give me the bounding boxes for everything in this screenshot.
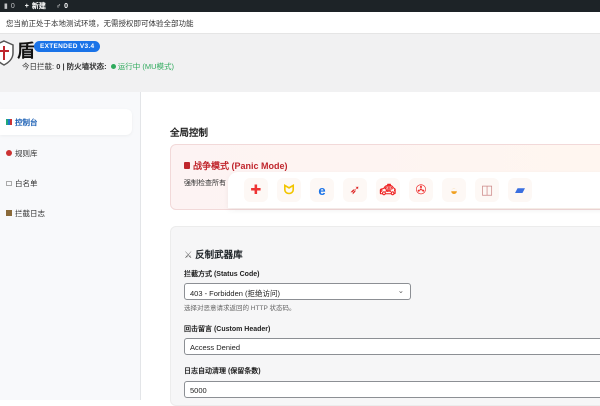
shield-logo-icon: [0, 40, 14, 66]
app-icon-3[interactable]: e: [310, 178, 334, 202]
notice-bar: 您当前正处于本地测试环境，无需授权即可体验全部功能: [0, 12, 600, 34]
custom-header-label: 回击留言 (Custom Header): [184, 326, 271, 333]
app-icon-5[interactable]: 🚕︎: [376, 178, 400, 202]
log-retention-label: 日志自动清理 (保留条数): [184, 368, 261, 375]
status-dot-icon: [110, 64, 116, 69]
panic-title: 战争模式 (Panic Mode): [184, 159, 288, 172]
app-icon-1[interactable]: ✚: [244, 178, 268, 202]
swords-icon: ⚔: [184, 250, 193, 261]
app-icon-8[interactable]: ◫: [475, 178, 499, 202]
chevron-down-icon: ⌄: [397, 286, 404, 295]
alarm-icon: [184, 162, 190, 169]
status-code-help: 选择对恶意请求返回的 HTTP 状态码。: [184, 305, 296, 312]
sidebar-item-dashboard[interactable]: 控制台: [0, 109, 132, 135]
admin-bar: ▮ 0 + 新建 ♂ 0: [0, 0, 600, 12]
new-link[interactable]: + 新建: [25, 1, 46, 11]
app-icon-6[interactable]: ✇: [409, 178, 433, 202]
scroll-icon: [6, 210, 12, 216]
arsenal-title: ⚔ 反制武器库: [184, 250, 243, 261]
sidebar-item-rules[interactable]: 规则库: [0, 140, 132, 166]
custom-header-input[interactable]: Access Denied: [184, 338, 600, 355]
updates-link[interactable]: ♂ 0: [56, 3, 68, 10]
comments-link[interactable]: ▮ 0: [4, 2, 15, 11]
section-title: 全局控制: [170, 128, 209, 139]
status-code-select[interactable]: 403 - Forbidden (拒绝访问) ⌄: [184, 283, 411, 300]
chart-icon: [6, 119, 12, 125]
plus-icon: +: [24, 2, 29, 10]
sidebar: 控制台 规则库 白名单 拦截日志: [0, 92, 141, 400]
app-icon-2[interactable]: ᗢ: [277, 178, 301, 202]
status-code-label: 拦截方式 (Status Code): [184, 271, 260, 278]
log-retention-input[interactable]: 5000: [184, 381, 600, 398]
id-card-icon: [6, 180, 12, 186]
firewall-status: 运行中 (MU模式): [117, 62, 174, 71]
app-dock-overlay: ✚ ᗢ e ➶ 🚕︎ ✇ ◒ ◫ ▰: [228, 172, 600, 208]
sidebar-item-logs[interactable]: 拦截日志: [0, 200, 132, 226]
target-icon: [6, 150, 12, 156]
panic-desc: 强制检查所有: [184, 180, 226, 187]
app-icon-4[interactable]: ➶: [343, 178, 367, 202]
sidebar-item-whitelist[interactable]: 白名单: [0, 170, 132, 196]
status-line: 今日拦截: 0 | 防火墙状态: 运行中 (MU模式): [22, 62, 174, 71]
version-badge: EXTENDED V3.4: [34, 41, 101, 52]
app-icon-9[interactable]: ▰: [508, 178, 532, 202]
app-icon-7[interactable]: ◒: [442, 178, 466, 202]
brand-title: 盾: [17, 41, 35, 61]
updates-icon: ♂: [55, 2, 62, 10]
comment-icon: ▮: [4, 3, 8, 10]
